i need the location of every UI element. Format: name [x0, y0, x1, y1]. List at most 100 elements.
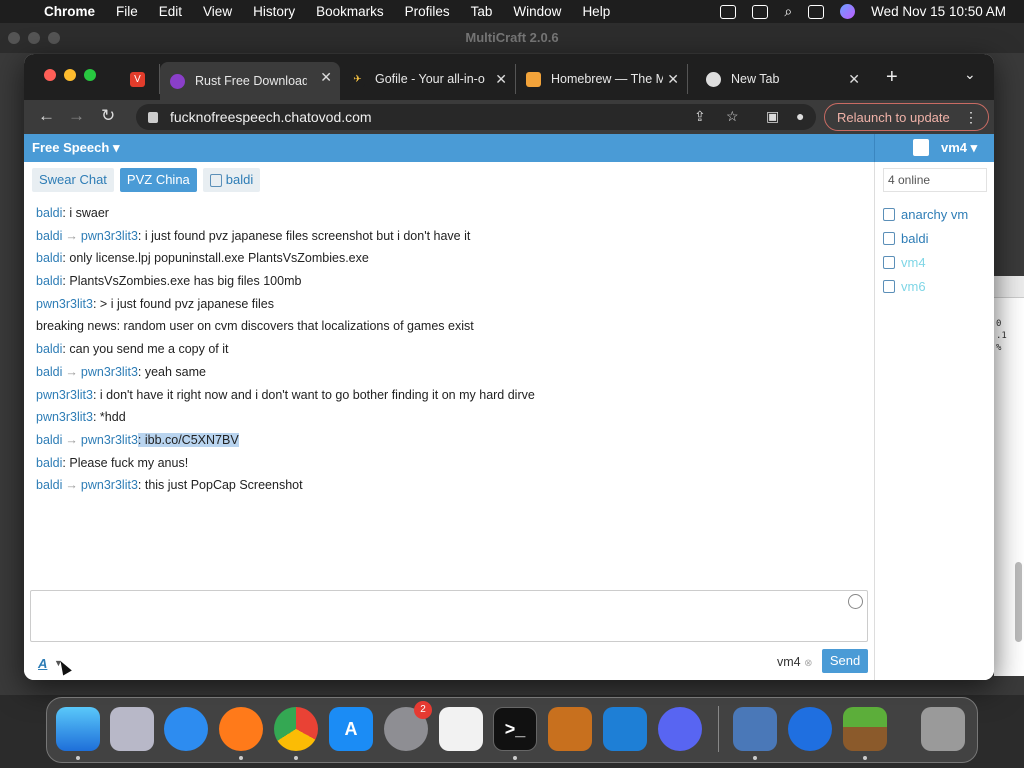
message-recipient[interactable]: pwn3r3lit3 [81, 433, 138, 447]
garageband-icon[interactable] [548, 707, 592, 751]
close-icon[interactable]: ✕ [667, 71, 679, 88]
text-format-button[interactable]: A [38, 656, 47, 671]
user-name: anarchy vm [901, 206, 969, 222]
message-recipient[interactable]: pwn3r3lit3 [81, 478, 138, 492]
chevron-down-icon[interactable]: ▼ [54, 658, 63, 668]
discord-icon[interactable] [658, 707, 702, 751]
room-dropdown[interactable]: Free Speech ▾ [32, 140, 119, 156]
menu-edit[interactable]: Edit [159, 4, 182, 19]
current-user-dropdown[interactable]: vm4 ▾ [941, 140, 977, 156]
chrome-icon[interactable] [274, 707, 318, 751]
tab-swear-chat[interactable]: Swear Chat [32, 168, 114, 192]
app-store-icon[interactable]: A [329, 707, 373, 751]
menu-window[interactable]: Window [513, 4, 561, 19]
new-tab-button[interactable]: + [886, 66, 898, 89]
message-author[interactable]: pwn3r3lit3 [36, 410, 93, 424]
side-panel-icon[interactable]: ▣ [766, 108, 779, 125]
smiley-icon[interactable] [848, 594, 863, 609]
tab-strip: V Rust Free Download ✕ ✈ Gofile - Your a… [24, 54, 994, 100]
close-icon[interactable]: ✕ [320, 69, 332, 86]
grid-icon[interactable] [720, 4, 737, 19]
minecraft-icon[interactable] [843, 707, 887, 751]
tab-pvz-china[interactable]: PVZ China [119, 168, 197, 192]
user-icon [883, 279, 895, 293]
lock-icon[interactable] [148, 111, 158, 123]
minimize-window-button[interactable] [64, 69, 76, 81]
back-button[interactable]: ← [38, 106, 55, 126]
message: pwn3r3lit3: i don't have it right now an… [36, 384, 866, 407]
message-text: : i just found pvz japanese files screen… [137, 228, 471, 243]
user-row[interactable]: vm6 [883, 274, 968, 298]
clock[interactable]: Wed Nov 15 10:50 AM [871, 4, 1006, 19]
tab-private-baldi[interactable]: baldi [202, 168, 261, 192]
send-button[interactable]: Send [822, 649, 868, 673]
zoom-window-button[interactable] [84, 69, 96, 81]
tab-rust[interactable]: Rust Free Download ✕ [160, 62, 340, 100]
menu-history[interactable]: History [253, 4, 295, 19]
message-author[interactable]: baldi [36, 206, 62, 220]
menu-file[interactable]: File [116, 4, 138, 19]
message-author[interactable]: baldi [36, 456, 62, 470]
message: pwn3r3lit3: > i just found pvz japanese … [36, 293, 866, 316]
message-recipient[interactable]: pwn3r3lit3 [81, 229, 138, 243]
tab-gofile[interactable]: ✈ Gofile - Your all-in-o ✕ [340, 64, 516, 94]
bookmark-star-icon[interactable]: ☆ [726, 108, 739, 125]
menu-app-name[interactable]: Chrome [44, 4, 95, 19]
menu-view[interactable]: View [203, 4, 232, 19]
message-author[interactable]: baldi [36, 251, 62, 265]
bottom-user-name: vm4 [777, 655, 801, 669]
message-author[interactable]: baldi [36, 478, 62, 492]
background-scrollbar[interactable] [1015, 562, 1022, 642]
vscode-icon[interactable] [603, 707, 647, 751]
menu-tab[interactable]: Tab [471, 4, 493, 19]
message-author[interactable]: pwn3r3lit3 [36, 388, 93, 402]
address-bar[interactable]: fucknofreespeech.chatovod.com ⇪ ☆ [136, 104, 816, 130]
tab-homebrew[interactable]: Homebrew — The M ✕ [516, 64, 688, 94]
launchpad-icon[interactable] [110, 707, 154, 751]
tab-vivaldi[interactable]: V [120, 64, 160, 94]
message-text: : PlantsVsZombies.exe has big files 100m… [62, 274, 302, 289]
share-icon[interactable]: ⇪ [694, 108, 706, 125]
terminal-icon[interactable]: >_ [493, 707, 537, 751]
finder-icon[interactable] [56, 707, 100, 751]
relaunch-button[interactable]: Relaunch to update ⋮ [824, 103, 989, 131]
message-text-selected[interactable]: : ibb.co/C5XN7BV [137, 432, 239, 447]
close-window-button[interactable] [44, 69, 56, 81]
more-menu-icon[interactable]: ⋮ [964, 109, 978, 126]
safari-icon[interactable] [164, 707, 208, 751]
siri-icon[interactable] [840, 4, 856, 19]
menu-help[interactable]: Help [582, 4, 610, 19]
textedit-icon[interactable] [439, 707, 483, 751]
url-text[interactable]: fucknofreespeech.chatovod.com [170, 109, 372, 125]
menu-bookmarks[interactable]: Bookmarks [316, 4, 384, 19]
clear-recipient-icon[interactable]: ⊗ [804, 658, 812, 669]
message-author[interactable]: pwn3r3lit3 [36, 297, 93, 311]
message-author[interactable]: baldi [36, 342, 62, 356]
forward-button[interactable]: → [68, 106, 85, 126]
window-icon[interactable] [752, 4, 769, 19]
message-recipient[interactable]: pwn3r3lit3 [81, 365, 138, 379]
close-icon[interactable]: ✕ [495, 71, 507, 88]
search-icon[interactable]: ⌕ [784, 3, 792, 20]
menu-profiles[interactable]: Profiles [405, 4, 450, 19]
virtualbox-icon[interactable] [733, 707, 777, 751]
message-input[interactable] [30, 590, 868, 642]
message-author[interactable]: baldi [36, 365, 62, 379]
message-author[interactable]: baldi [36, 433, 62, 447]
user-row[interactable]: anarchy vm [883, 202, 968, 226]
user-row[interactable]: vm4 [883, 250, 968, 274]
system-settings-icon[interactable]: 2 [384, 701, 432, 751]
game-controller-icon[interactable] [788, 707, 832, 751]
message-author[interactable]: baldi [36, 229, 62, 243]
reload-button[interactable]: ↻ [101, 106, 115, 126]
tab-search-chevron-icon[interactable]: ⌄ [964, 66, 976, 83]
user-menu[interactable]: vm4 ▾ [874, 134, 994, 162]
control-center-icon[interactable] [808, 4, 825, 19]
user-row[interactable]: baldi [883, 226, 968, 250]
close-icon[interactable]: ✕ [848, 71, 860, 88]
tab-new-tab[interactable]: New Tab ✕ [696, 64, 868, 94]
message-author[interactable]: baldi [36, 274, 62, 288]
trash-icon[interactable] [921, 707, 965, 751]
profile-icon[interactable]: ● [796, 108, 804, 124]
firefox-icon[interactable] [219, 707, 263, 751]
